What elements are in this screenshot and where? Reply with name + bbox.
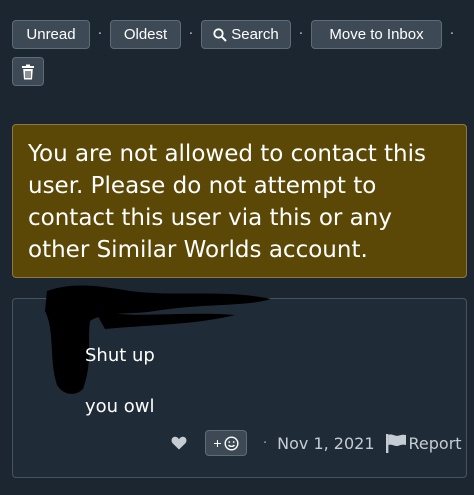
add-reaction-button[interactable]: +	[205, 430, 247, 456]
report-link[interactable]: Report	[385, 433, 462, 453]
message-line: you owl	[85, 396, 155, 417]
toolbar: Unread · Oldest · Search · Move to Inbox…	[12, 20, 462, 86]
message-line: Shut up	[85, 345, 155, 366]
toolbar-separator: ·	[188, 27, 194, 42]
heart-icon[interactable]	[171, 435, 187, 451]
search-icon	[213, 27, 227, 42]
unread-button[interactable]: Unread	[12, 20, 90, 49]
blocked-warning-text: You are not allowed to contact this user…	[28, 141, 427, 263]
delete-button[interactable]	[12, 57, 44, 86]
footer-separator: ·	[263, 435, 268, 451]
flag-icon	[385, 434, 406, 453]
search-button[interactable]: Search	[201, 20, 291, 49]
oldest-button[interactable]: Oldest	[110, 20, 181, 49]
redacted-avatar	[45, 285, 271, 394]
move-to-inbox-button[interactable]: Move to Inbox	[311, 20, 442, 49]
page: Unread · Oldest · Search · Move to Inbox…	[0, 0, 474, 495]
message-card: Shut up you owl + · Nov 1, 2021 Report	[12, 285, 467, 478]
add-reaction-plus: +	[213, 435, 222, 451]
search-button-label: Search	[231, 26, 279, 43]
message-date: Nov 1, 2021	[277, 433, 375, 453]
toolbar-separator: ·	[449, 27, 455, 42]
toolbar-separator: ·	[298, 27, 304, 42]
trash-icon	[22, 64, 34, 79]
message-footer: + · Nov 1, 2021 Report	[171, 430, 462, 456]
smiley-icon	[224, 435, 239, 451]
toolbar-separator: ·	[97, 27, 103, 42]
blocked-warning: You are not allowed to contact this user…	[12, 124, 467, 278]
report-label: Report	[408, 433, 462, 453]
